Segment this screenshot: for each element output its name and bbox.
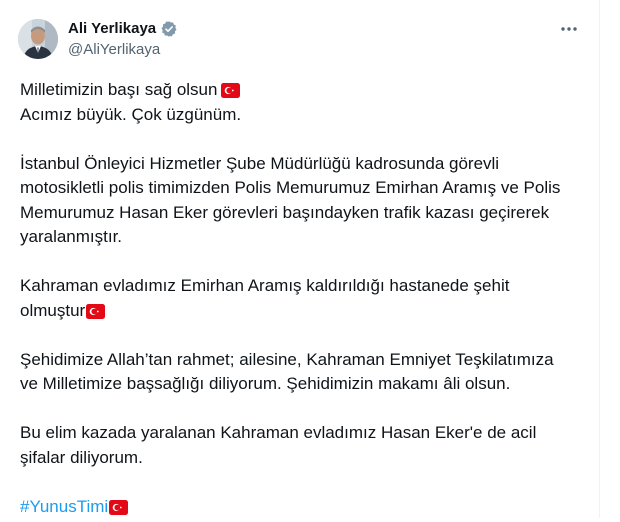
hashtag-line: #YunusTimi bbox=[20, 495, 580, 520]
text-line: şifalar diliyorum. bbox=[20, 447, 143, 467]
more-options-icon[interactable] bbox=[559, 20, 579, 38]
turkish-flag-icon bbox=[221, 81, 241, 98]
tweet-header: Ali Yerlikaya @AliYerlikaya bbox=[18, 16, 579, 62]
avatar-image bbox=[18, 19, 58, 59]
name-row: Ali Yerlikaya bbox=[68, 19, 178, 38]
hashtag-link[interactable]: #YunusTimi bbox=[20, 497, 108, 516]
text-line: Acımız büyük. Çok üzgünüm. bbox=[20, 104, 242, 124]
text-line: Bu elim kazada yaralanan Kahraman evladı… bbox=[20, 423, 537, 442]
text-line: Kahraman evladımız Emirhan Aramış kaldır… bbox=[20, 276, 510, 295]
turkish-flag-icon bbox=[86, 302, 106, 319]
tweet-text: Milletimizin başı sağ olsun Acımız büyük… bbox=[20, 78, 580, 519]
text-line: Memurumuz Hasan Eker görevleri başındayk… bbox=[20, 202, 550, 222]
paragraph-5: Bu elim kazada yaralanan Kahraman evladı… bbox=[20, 421, 580, 470]
paragraph-3: Kahraman evladımız Emirhan Aramış kaldır… bbox=[20, 274, 580, 323]
avatar[interactable] bbox=[18, 19, 58, 59]
text-line-content: Milletimizin başı sağ olsun bbox=[20, 80, 218, 99]
author-handle[interactable]: @AliYerlikaya bbox=[68, 41, 178, 58]
text-line: İstanbul Önleyici Hizmetler Şube Müdürlü… bbox=[20, 153, 500, 173]
verified-icon[interactable] bbox=[160, 20, 178, 38]
text-line: Milletimizin başı sağ olsun bbox=[20, 78, 580, 103]
text-line: olmuştur bbox=[20, 299, 580, 324]
author-name[interactable]: Ali Yerlikaya bbox=[68, 20, 156, 37]
text-line: motosikletli polis timimizden Polis Memu… bbox=[20, 178, 561, 197]
paragraph-2: İstanbul Önleyici Hizmetler Şube Müdürlü… bbox=[20, 152, 580, 250]
author-block: Ali Yerlikaya @AliYerlikaya bbox=[68, 19, 178, 58]
paragraph-1: Milletimizin başı sağ olsun Acımız büyük… bbox=[20, 78, 580, 127]
paragraph-4: Şehidimize Allah’tan rahmet; ailesine, K… bbox=[20, 348, 580, 397]
text-line: ve Milletimize başsağlığı diliyorum. Şeh… bbox=[20, 374, 511, 393]
tweet-card: Ali Yerlikaya @AliYerlikaya Milletimizin… bbox=[0, 0, 600, 518]
text-line: yaralanmıştır. bbox=[20, 227, 123, 246]
turkish-flag-icon bbox=[109, 498, 129, 515]
text-line-content: olmuştur bbox=[20, 300, 86, 320]
text-line: Şehidimize Allah’tan rahmet; ailesine, K… bbox=[20, 349, 554, 369]
